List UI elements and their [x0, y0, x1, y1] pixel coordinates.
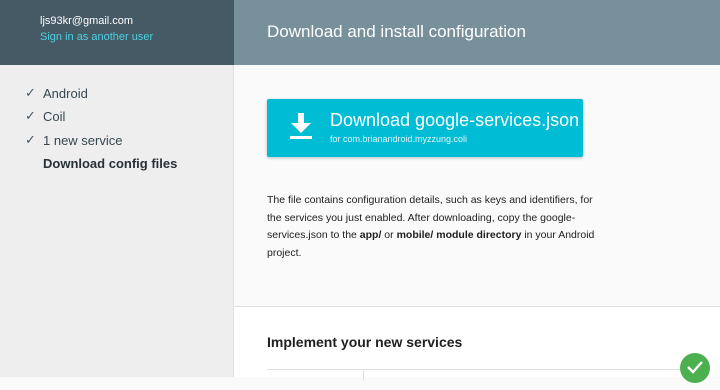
step-label: 1 new service	[43, 133, 123, 148]
step-label: Download config files	[43, 156, 178, 171]
account-panel: ljs93kr@gmail.com Sign in as another use…	[0, 0, 234, 65]
success-check-badge	[680, 353, 710, 383]
download-button-label: Download google-services.json	[330, 110, 580, 130]
config-description: The file contains configuration details,…	[267, 194, 595, 259]
step-android[interactable]: ✓ Android	[0, 85, 234, 105]
check-icon: ✓	[25, 85, 36, 100]
section-title: Implement your new services	[267, 334, 463, 350]
download-config-button[interactable]: Download google-services.json for com.br…	[267, 99, 583, 157]
check-icon	[687, 361, 703, 374]
step-label: Android	[43, 86, 88, 101]
main-header: Download and install configuration	[234, 0, 720, 65]
step-new-service[interactable]: ✓ 1 new service	[0, 132, 234, 152]
page-title: Download and install configuration	[267, 22, 526, 41]
sign-in-another-user-link[interactable]: Sign in as another user	[40, 31, 153, 43]
check-icon: ✓	[25, 108, 36, 123]
steps-sidebar: ✓ Android ✓ Coil ✓ 1 new service Downloa…	[0, 65, 234, 377]
services-card	[267, 369, 687, 390]
step-download-config[interactable]: Download config files	[0, 155, 234, 175]
download-icon	[289, 113, 313, 139]
step-coil[interactable]: ✓ Coil	[0, 108, 234, 128]
implement-section: Implement your new services	[234, 307, 720, 380]
package-name: for com.brianandroid.myzzung.coli	[330, 134, 468, 144]
check-icon: ✓	[25, 132, 36, 147]
account-email: ljs93kr@gmail.com	[40, 15, 134, 27]
step-label: Coil	[43, 109, 66, 124]
main-content: Download google-services.json for com.br…	[234, 65, 720, 306]
